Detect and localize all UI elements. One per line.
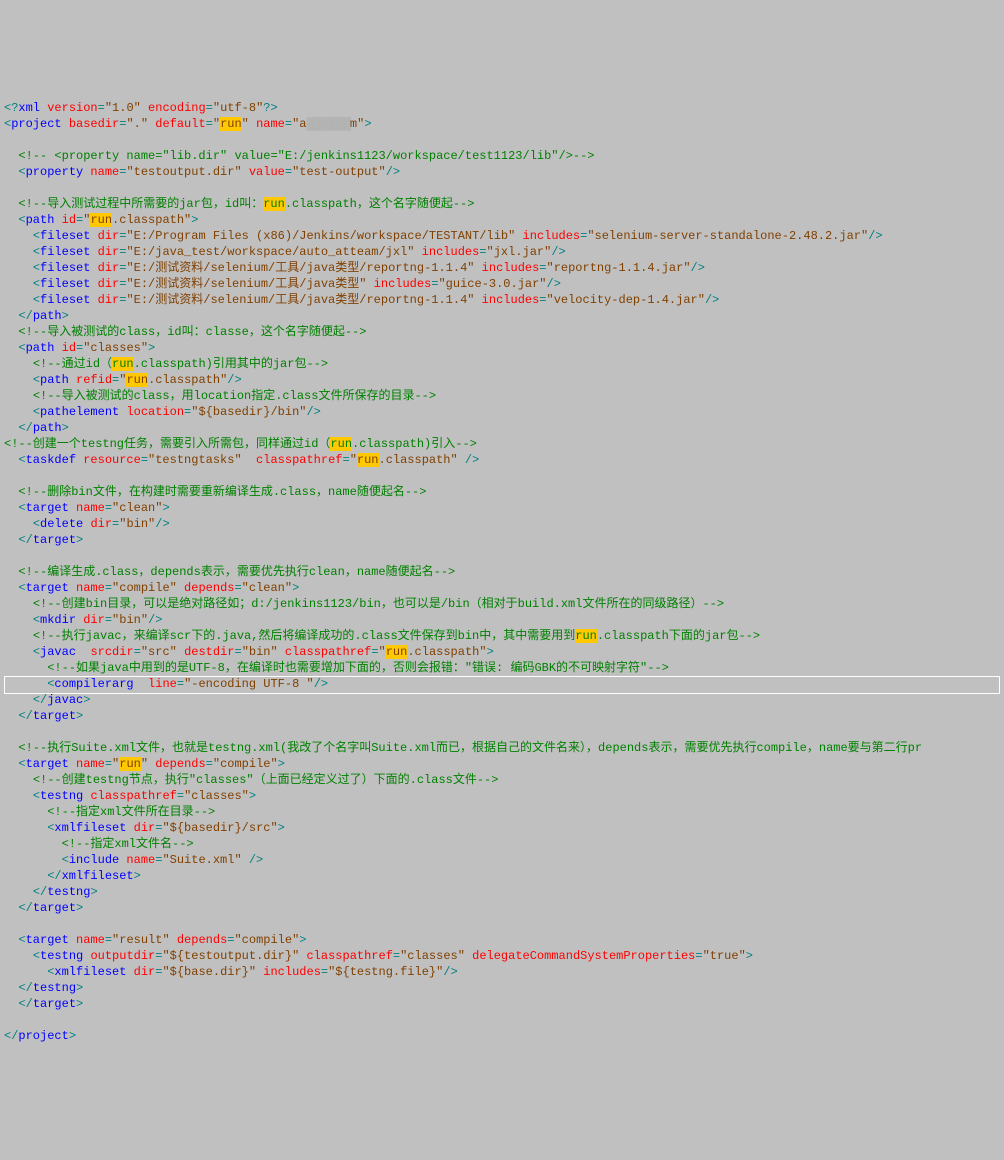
code-lines[interactable]: <?xml version="1.0" encoding="utf-8"?><p… bbox=[4, 100, 1000, 1044]
code-line[interactable]: <!--导入测试过程中所需要的jar包，id叫：run.classpath，这个… bbox=[4, 196, 1000, 212]
code-line[interactable]: </testng> bbox=[4, 884, 1000, 900]
code-line[interactable]: <!--创建bin目录，可以是绝对路径如；d:/jenkins1123/bin，… bbox=[4, 596, 1000, 612]
code-line[interactable] bbox=[4, 132, 1000, 148]
code-line[interactable]: </target> bbox=[4, 996, 1000, 1012]
code-line[interactable]: <fileset dir="E:/java_test/workspace/aut… bbox=[4, 244, 1000, 260]
code-line[interactable]: <!--执行javac，来编译scr下的.java,然后将编译成功的.class… bbox=[4, 628, 1000, 644]
code-line[interactable]: <!--执行Suite.xml文件，也就是testng.xml(我改了个名字叫S… bbox=[4, 740, 1000, 756]
code-line[interactable]: <path refid="run.classpath"/> bbox=[4, 372, 1000, 388]
code-line[interactable]: <pathelement location="${basedir}/bin"/> bbox=[4, 404, 1000, 420]
code-line[interactable]: </target> bbox=[4, 532, 1000, 548]
code-line[interactable]: <delete dir="bin"/> bbox=[4, 516, 1000, 532]
code-line[interactable] bbox=[4, 916, 1000, 932]
code-line[interactable]: <testng outputdir="${testoutput.dir}" cl… bbox=[4, 948, 1000, 964]
code-line[interactable]: <fileset dir="E:/测试资料/selenium/工具/java类型… bbox=[4, 276, 1000, 292]
code-line[interactable]: <target name="compile" depends="clean"> bbox=[4, 580, 1000, 596]
code-line[interactable]: <target name="result" depends="compile"> bbox=[4, 932, 1000, 948]
code-line[interactable]: <mkdir dir="bin"/> bbox=[4, 612, 1000, 628]
code-line[interactable]: <javac srcdir="src" destdir="bin" classp… bbox=[4, 644, 1000, 660]
code-line[interactable]: </path> bbox=[4, 420, 1000, 436]
code-line[interactable]: </target> bbox=[4, 708, 1000, 724]
code-line[interactable]: <include name="Suite.xml" /> bbox=[4, 852, 1000, 868]
code-editor-area: <?xml version="1.0" encoding="utf-8"?><p… bbox=[4, 68, 1000, 1076]
code-line[interactable]: </path> bbox=[4, 308, 1000, 324]
code-line[interactable]: <fileset dir="E:/测试资料/selenium/工具/java类型… bbox=[4, 292, 1000, 308]
code-line[interactable]: </testng> bbox=[4, 980, 1000, 996]
code-line[interactable]: <target name="clean"> bbox=[4, 500, 1000, 516]
code-line[interactable]: <property name="testoutput.dir" value="t… bbox=[4, 164, 1000, 180]
code-line[interactable]: <testng classpathref="classes"> bbox=[4, 788, 1000, 804]
code-line[interactable]: <!--指定xml文件所在目录--> bbox=[4, 804, 1000, 820]
code-line[interactable] bbox=[4, 724, 1000, 740]
code-line[interactable] bbox=[4, 468, 1000, 484]
code-line[interactable]: </xmlfileset> bbox=[4, 868, 1000, 884]
code-line[interactable]: <fileset dir="E:/测试资料/selenium/工具/java类型… bbox=[4, 260, 1000, 276]
code-line[interactable]: <!-- <property name="lib.dir" value="E:/… bbox=[4, 148, 1000, 164]
code-line[interactable]: </javac> bbox=[4, 692, 1000, 708]
code-line[interactable]: <!--通过id（run.classpath)引用其中的jar包--> bbox=[4, 356, 1000, 372]
code-line[interactable]: <xmlfileset dir="${basedir}/src"> bbox=[4, 820, 1000, 836]
code-line[interactable]: <!--指定xml文件名--> bbox=[4, 836, 1000, 852]
code-line[interactable]: <compilerarg line="-encoding UTF-8 "/> bbox=[4, 676, 1000, 692]
code-line[interactable] bbox=[4, 180, 1000, 196]
code-line[interactable]: <?xml version="1.0" encoding="utf-8"?> bbox=[4, 100, 1000, 116]
code-line[interactable] bbox=[4, 1012, 1000, 1028]
code-line[interactable]: <project basedir="." default="run" name=… bbox=[4, 116, 1000, 132]
code-line[interactable]: <xmlfileset dir="${base.dir}" includes="… bbox=[4, 964, 1000, 980]
code-line[interactable]: <!--创建一个testng任务，需要引入所需包，同样通过id（run.clas… bbox=[4, 436, 1000, 452]
code-line[interactable]: <path id="run.classpath"> bbox=[4, 212, 1000, 228]
code-line[interactable] bbox=[4, 548, 1000, 564]
code-line[interactable]: <taskdef resource="testngtasks" classpat… bbox=[4, 452, 1000, 468]
code-line[interactable]: <!--导入被测试的class，id叫：classe，这个名字随便起--> bbox=[4, 324, 1000, 340]
code-line[interactable]: </project> bbox=[4, 1028, 1000, 1044]
code-line[interactable]: <!--编译生成.class，depends表示，需要优先执行clean，nam… bbox=[4, 564, 1000, 580]
code-line[interactable]: <path id="classes"> bbox=[4, 340, 1000, 356]
code-line[interactable]: <!--删除bin文件，在构建时需要重新编译生成.class，name随便起名-… bbox=[4, 484, 1000, 500]
code-line[interactable]: <!--创建testng节点，执行"classes"（上面已经定义过了）下面的.… bbox=[4, 772, 1000, 788]
code-line[interactable]: <!--导入被测试的class，用location指定.class文件所保存的目… bbox=[4, 388, 1000, 404]
code-line[interactable]: <!--如果java中用到的是UTF-8，在编译时也需要增加下面的，否则会报错：… bbox=[4, 660, 1000, 676]
code-line[interactable]: </target> bbox=[4, 900, 1000, 916]
code-line[interactable]: <fileset dir="E:/Program Files (x86)/Jen… bbox=[4, 228, 1000, 244]
code-line[interactable]: <target name="run" depends="compile"> bbox=[4, 756, 1000, 772]
